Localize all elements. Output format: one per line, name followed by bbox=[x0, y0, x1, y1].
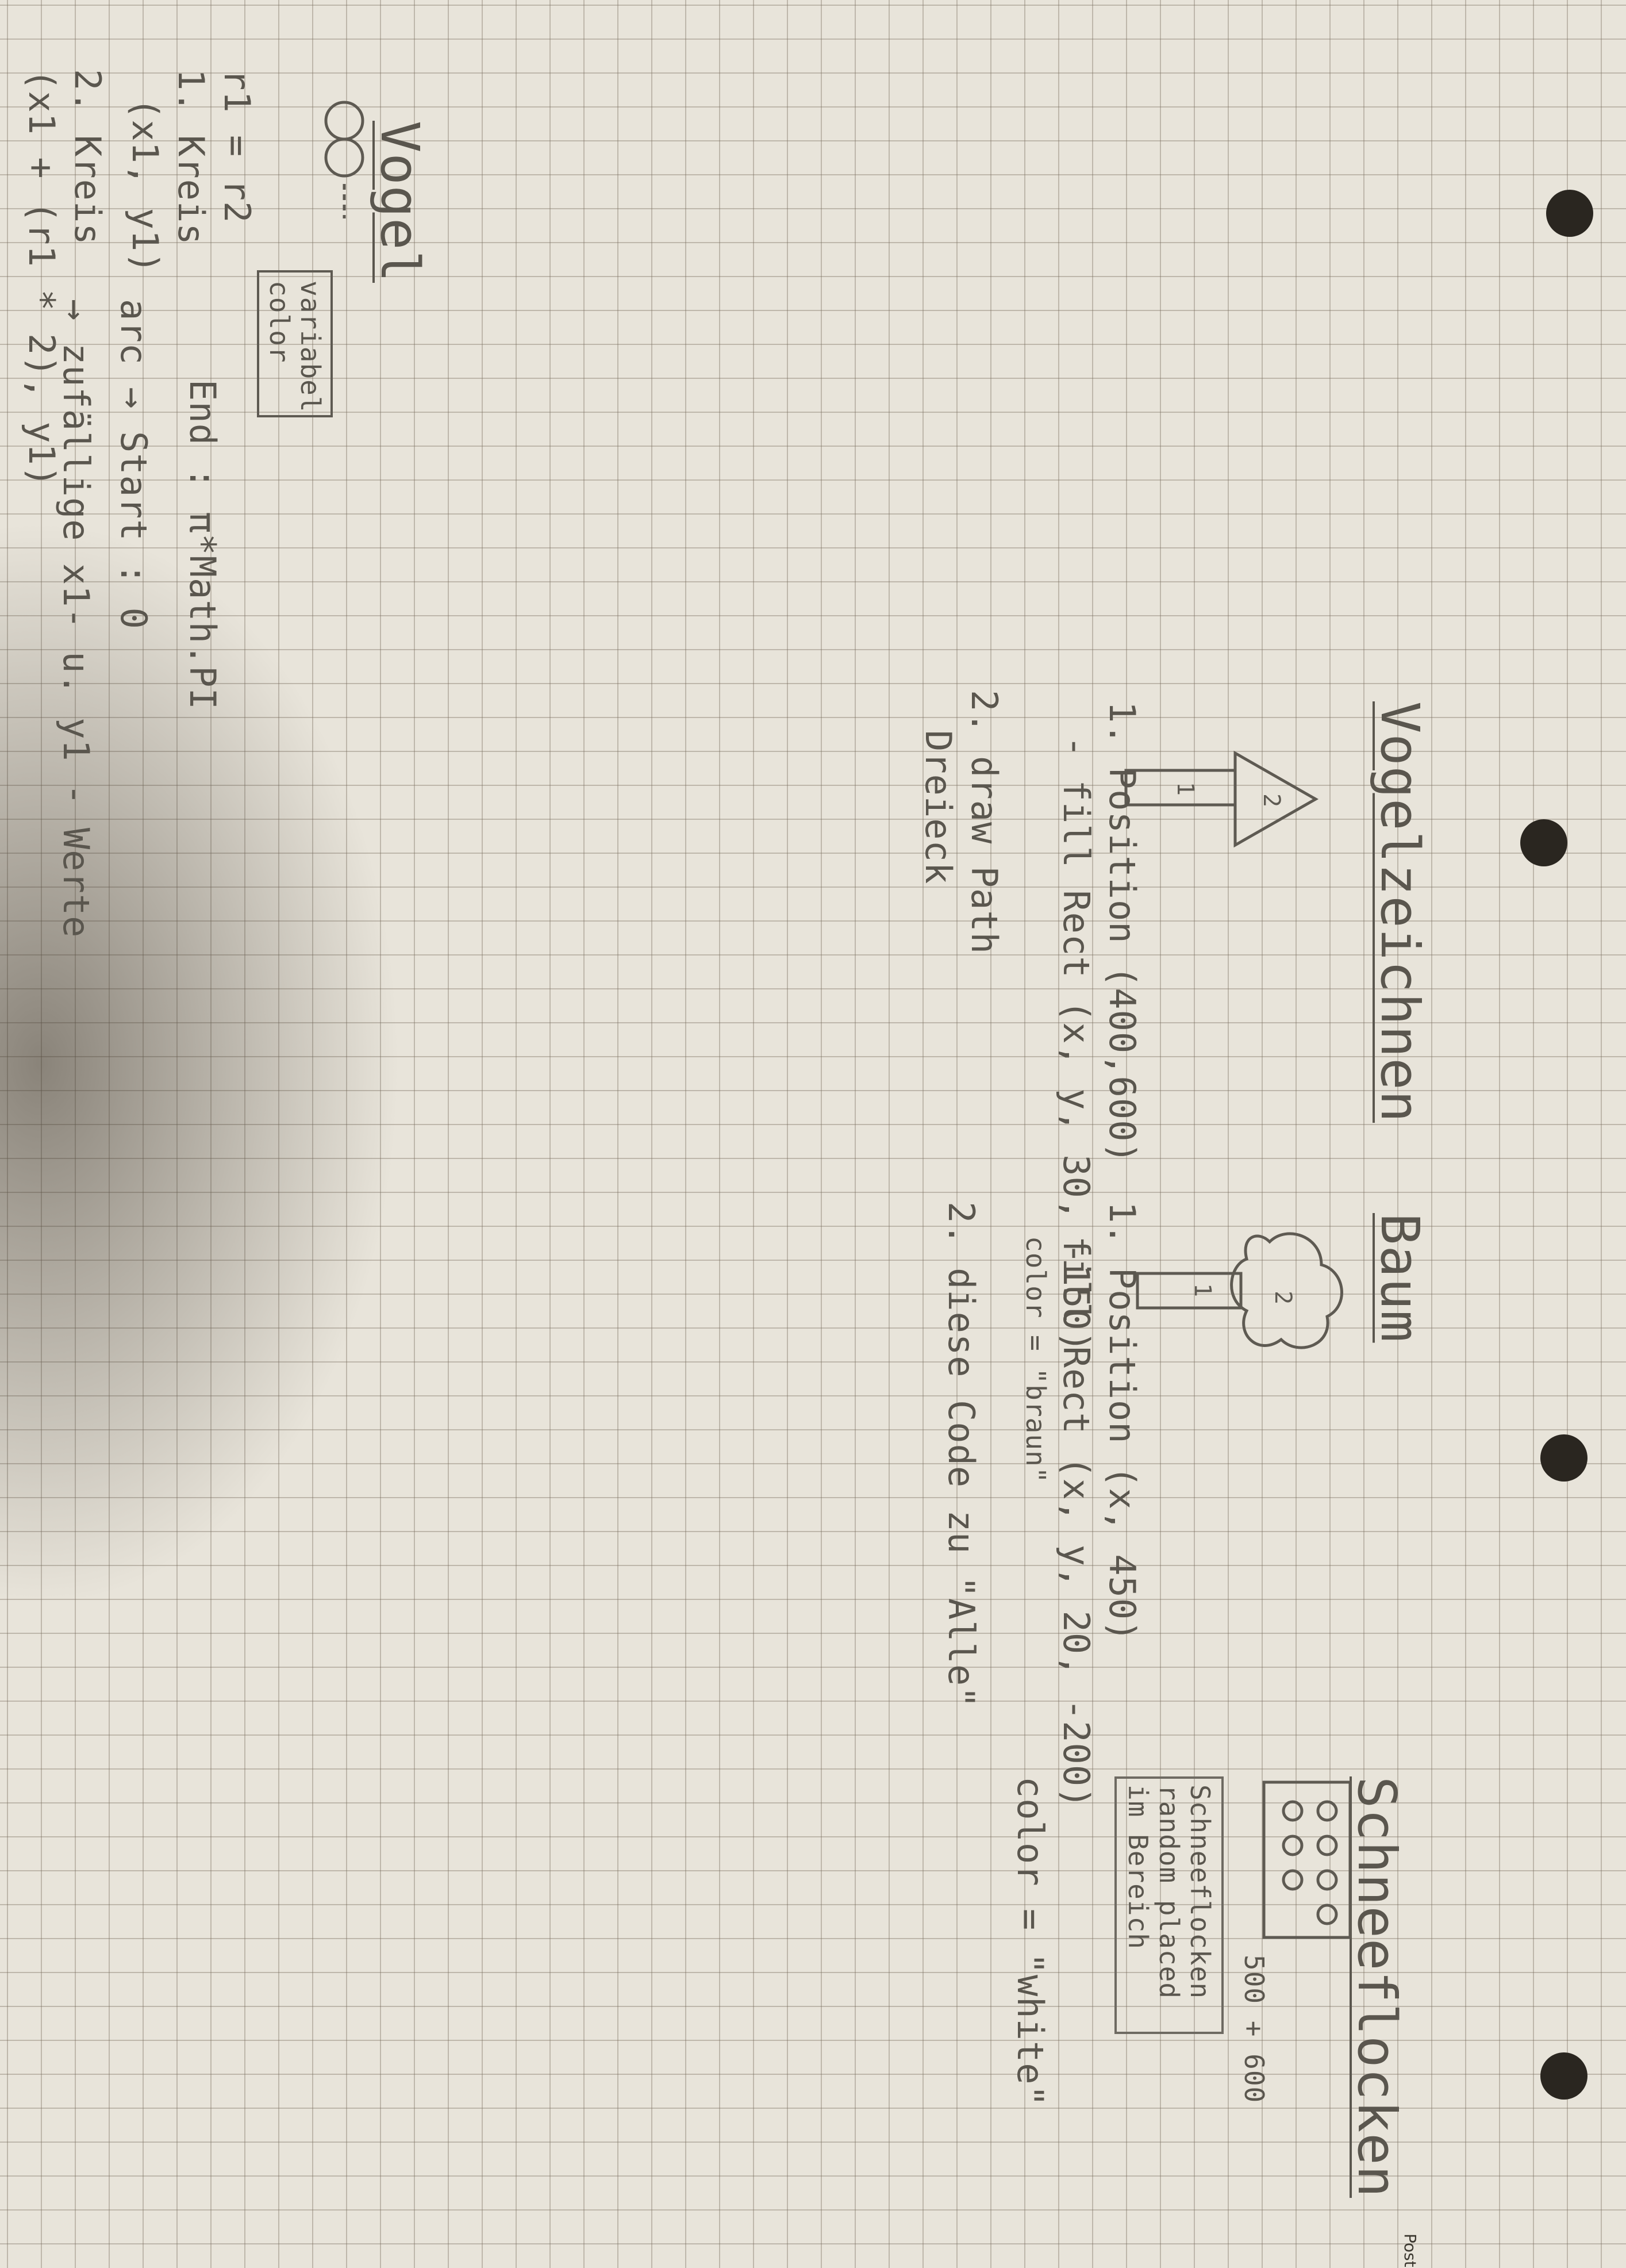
vogel-notes-layer: arc → Start : 0 End : π*Math.PI → zufäll… bbox=[0, 0, 1626, 2268]
arc-start: arc → Start : 0 bbox=[113, 299, 155, 630]
random-values: → zufällige x1- u. y1 - Werte bbox=[55, 299, 97, 938]
arc-end: End : π*Math.PI bbox=[182, 379, 224, 710]
paper-brand: Post bbox=[1401, 2234, 1420, 2267]
